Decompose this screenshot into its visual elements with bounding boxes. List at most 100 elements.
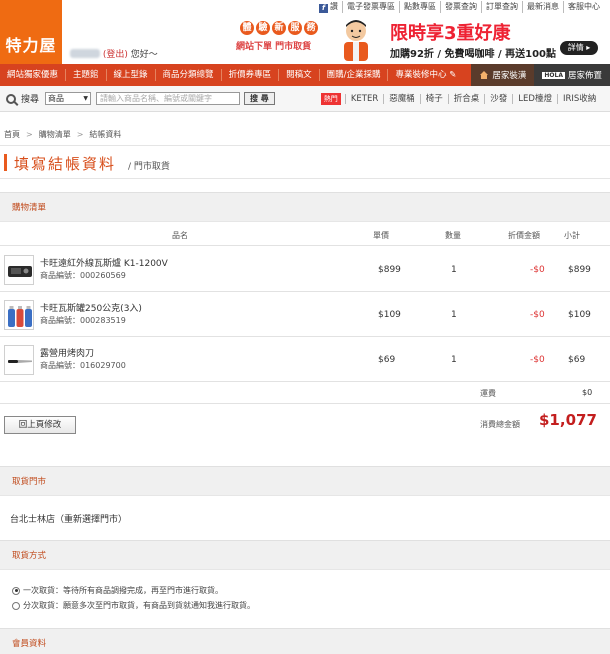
product-qty: 1 [451,355,457,365]
total-label: 消費總金額 [480,420,520,429]
cart-section-header: 購物清單 [0,192,610,222]
pencil-icon: ✎ [449,70,457,80]
title-accent-bar [4,154,7,171]
nav-item-online-exclusive[interactable]: 網站獨家優惠 [0,69,67,81]
page-subtitle: / 門市取貨 [128,162,170,172]
cart-table-header: 品名 單價 數量 折價金額 小計 [0,222,610,246]
blurred-username [70,49,100,58]
page-title: 填寫結帳資料 [14,155,117,173]
user-greeting: (登出) 您好～ [70,47,158,60]
gas-canister-icon [8,306,32,327]
radio-button[interactable] [12,601,20,610]
search-button[interactable]: 搜 尋 [244,92,275,105]
pickup-option-split[interactable]: 分次取貨：願意多次至門市取貨，有商品到貨就通知我進行取貨。 [12,600,255,611]
nav-item-renovation[interactable]: 專業裝修中心 ✎ [388,69,463,81]
page-title-bar: 填寫結帳資料 / 門市取貨 [0,145,610,179]
product-subtotal: $109 [568,310,591,320]
breadcrumb-current: 結帳資料 [89,130,122,139]
chevron-right-icon: > [26,130,33,139]
greeting-text: 您好～ [130,50,158,60]
pickup-store-section-header: 取貨門市 [0,466,610,496]
category-nav: 網站獨家優惠 主題館 線上型錄 商品分類總覽 折價券專區 閱稿文 團購/企業採購… [0,64,610,86]
product-name[interactable]: 卡旺遠紅外線瓦斯爐 K1-1200V [40,256,168,269]
table-row: 卡旺遠紅外線瓦斯爐 K1-1200V 商品編號：000260569 $899 1… [0,248,610,292]
product-price: $899 [378,265,401,275]
shipping-label: 運費 [480,389,496,398]
logout-link[interactable]: (登出) [103,50,128,60]
nav-item-articles[interactable]: 閱稿文 [279,69,320,81]
promo-banner[interactable]: 體 驗 新 服 務 網站下單 門市取貨 限時享3重好康 加購92折 / 免費喝咖… [232,17,604,61]
top-links: f讚 電子發票專區 點數專區 發票查詢 訂單查詢 最新消息 客服中心 [315,1,604,13]
nav-right-links: 居家裝潢 HOLA 居家佈置 [471,64,610,86]
nav-item-category-overview[interactable]: 商品分類總覽 [156,69,222,81]
hot-keyword[interactable]: LED檯燈 [512,93,557,104]
product-code: 商品編號：016029700 [40,361,126,370]
back-edit-button[interactable]: 回上頁修改 [4,416,76,434]
product-code: 商品編號：000260569 [40,271,126,280]
product-name[interactable]: 卡旺瓦斯罐250公克(3入) [40,301,142,314]
top-link-customer-service[interactable]: 客服中心 [563,1,604,13]
pickup-option-label: 分次取貨：願意多次至門市取貨，有商品到貨就通知我進行取貨。 [23,601,255,610]
product-thumbnail[interactable] [4,255,34,285]
table-row: 露營用烤肉刀 商品編號：016029700 $69 1 -$0 $69 [0,338,610,382]
table-row: 卡旺瓦斯罐250公克(3入) 商品編號：000283519 $109 1 -$0… [0,293,610,337]
hot-badge: 熱門 [320,92,341,105]
facebook-like-link[interactable]: f讚 [315,1,342,13]
banner-badge: 服 [288,21,302,35]
breadcrumb-cart[interactable]: 購物清單 [39,130,71,139]
top-link-invoice-query[interactable]: 發票查詢 [440,1,481,13]
knife-icon [8,360,32,363]
shipping-value: $0 [582,388,593,397]
banner-badge: 新 [272,21,286,35]
banner-badge: 驗 [256,21,270,35]
top-link-e-invoice[interactable]: 電子發票專區 [342,1,399,13]
top-link-points[interactable]: 點數專區 [399,1,440,13]
banner-headline: 限時享3重好康 [390,23,511,44]
banner-offer: 加購92折 / 免費喝咖啡 / 再送100點 [390,49,557,60]
nav-item-coupons[interactable]: 折價券專區 [222,69,280,81]
nav-home-decor-link[interactable]: 居家裝潢 [471,64,535,86]
facebook-icon: f [319,4,328,13]
shipping-row: 運費 $0 [0,380,610,404]
nav-item-catalog[interactable]: 線上型錄 [107,69,156,81]
hot-keyword[interactable]: IRIS收納 [556,93,601,104]
breadcrumb-home[interactable]: 首頁 [4,130,20,139]
top-link-order-query[interactable]: 訂單查詢 [481,1,522,13]
banner-detail-button[interactable]: 詳情 ▸ [560,41,598,55]
search-icon [6,93,16,104]
pickup-option-once[interactable]: 一次取貨：等待所有商品調撥完成，再至門市進行取貨。 [12,585,223,596]
total-value: $1,077 [539,411,597,429]
nav-home-styling-link[interactable]: HOLA 居家佈置 [534,64,610,86]
nav-item-theme[interactable]: 主題館 [66,69,107,81]
search-scope-select[interactable]: 商品 [45,92,92,105]
product-thumbnail[interactable] [4,300,34,330]
pickup-method-section-header: 取貨方式 [0,540,610,570]
banner-subtitle: 網站下單 門市取貨 [236,42,312,52]
nav-item-group-buy[interactable]: 團購/企業採購 [320,69,389,81]
hot-keyword[interactable]: KETER [344,93,383,104]
hot-keyword[interactable]: 折合桌 [447,93,485,104]
search-label: 搜尋 [21,95,40,105]
site-logo[interactable]: 特力屋 [0,0,62,64]
radio-button-checked[interactable] [12,586,20,595]
hola-logo: HOLA [542,71,565,79]
hot-keyword[interactable]: 椅子 [419,93,448,104]
product-discount: -$0 [530,355,545,365]
house-icon [480,71,489,79]
product-thumbnail[interactable] [4,345,34,375]
product-discount: -$0 [530,265,545,275]
pickup-store-link[interactable]: 台北士林店（重新選擇門市） [10,512,127,525]
product-code: 商品編號：000283519 [40,316,126,325]
stove-icon [8,266,32,277]
product-subtotal: $899 [568,265,591,275]
pickup-option-label: 一次取貨：等待所有商品調撥完成，再至門市進行取貨。 [23,586,223,595]
search-input[interactable]: 請輸入商品名稱、編號或關鍵字 [96,92,241,105]
top-link-news[interactable]: 最新消息 [522,1,563,13]
search-bar: 搜尋 商品 請輸入商品名稱、編號或關鍵字 搜 尋 熱門 KETER 惡魔桶 椅子… [0,86,610,112]
hot-keyword[interactable]: 惡魔桶 [383,93,420,104]
banner-experience-badges: 體 驗 新 服 務 [240,21,318,35]
product-name[interactable]: 露營用烤肉刀 [40,346,94,359]
col-header-subtotal: 小計 [564,231,580,240]
hot-keyword[interactable]: 沙發 [484,93,512,104]
banner-badge: 務 [304,21,318,35]
